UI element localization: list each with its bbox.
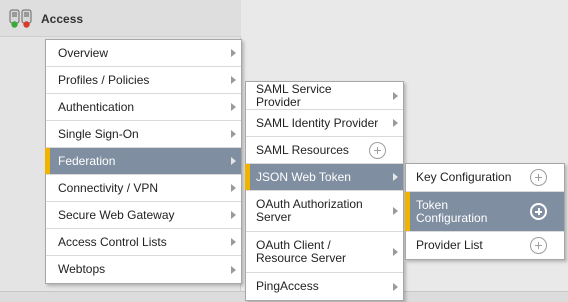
menu-item-connectivity-vpn[interactable]: Connectivity / VPN (46, 175, 241, 202)
chevron-right-icon (393, 173, 398, 181)
menu-item-label: Access Control Lists (58, 234, 167, 249)
chevron-right-icon (393, 91, 398, 100)
menu-item-oauth-authorization-server[interactable]: OAuth Authorization Server (246, 191, 403, 232)
chevron-right-icon (393, 119, 398, 127)
menu-item-label: OAuth Authorization Server (256, 197, 363, 224)
menu-item-label: Profiles / Policies (58, 72, 150, 87)
menu-item-label: Federation (58, 153, 116, 168)
menu-item-key-configuration[interactable]: Key Configuration (406, 164, 564, 192)
menu-item-oauth-client-resource-server[interactable]: OAuth Client / Resource Server (246, 232, 403, 273)
chevron-right-icon (393, 248, 398, 256)
main-menu: Overview Profiles / Policies Authenticat… (45, 39, 242, 284)
menu-item-federation[interactable]: Federation (45, 148, 241, 175)
chevron-right-icon (231, 76, 236, 84)
chevron-right-icon (231, 103, 236, 111)
menu-item-label: SAML Service Provider (256, 81, 332, 109)
menu-item-single-sign-on[interactable]: Single Sign-On (46, 121, 241, 148)
menu-item-token-configuration[interactable]: Token Configuration (405, 192, 564, 232)
menu-item-overview[interactable]: Overview (46, 40, 241, 67)
add-icon[interactable] (369, 141, 386, 159)
menu-item-webtops[interactable]: Webtops (46, 256, 241, 283)
menu-item-label: OAuth Client / Resource Server (256, 238, 347, 265)
chevron-right-icon (393, 282, 398, 291)
add-icon[interactable] (530, 169, 547, 186)
menu-item-saml-service-provider[interactable]: SAML Service Provider (246, 82, 403, 110)
chevron-right-icon (393, 207, 398, 215)
chevron-right-icon (231, 265, 236, 274)
menu-item-label: Secure Web Gateway (58, 207, 175, 222)
menu-item-secure-web-gateway[interactable]: Secure Web Gateway (46, 202, 241, 229)
menu-item-label: Webtops (58, 262, 106, 276)
menu-item-label: SAML Identity Provider (256, 115, 379, 130)
chevron-right-icon (231, 184, 236, 192)
menu-item-label: PingAccess (256, 279, 319, 293)
menu-item-label: Single Sign-On (58, 126, 139, 141)
chevron-right-icon (231, 238, 236, 246)
chevron-right-icon (231, 157, 236, 165)
app-title: Access (41, 12, 84, 26)
chevron-right-icon (231, 49, 236, 57)
menu-item-label: JSON Web Token (256, 169, 351, 184)
menu-item-label: Authentication (58, 99, 135, 114)
app-header[interactable]: Access (0, 0, 241, 37)
add-icon[interactable] (530, 203, 547, 220)
menu-item-profiles-policies[interactable]: Profiles / Policies (46, 67, 241, 94)
menu-item-json-web-token[interactable]: JSON Web Token (245, 164, 403, 191)
chevron-right-icon (231, 130, 236, 138)
menu-item-provider-list[interactable]: Provider List (406, 232, 564, 259)
menu-item-label: Connectivity / VPN (58, 180, 159, 195)
json-web-token-submenu: Key Configuration Token Configuration Pr… (405, 163, 565, 260)
chevron-right-icon (231, 211, 236, 219)
add-icon[interactable] (530, 237, 547, 254)
menu-item-label: Overview (58, 45, 109, 60)
menu-item-saml-resources[interactable]: SAML Resources (246, 137, 403, 164)
access-policy-icon (9, 9, 32, 28)
menu-item-saml-identity-provider[interactable]: SAML Identity Provider (246, 110, 403, 137)
federation-submenu: SAML Service Provider SAML Identity Prov… (245, 81, 404, 301)
menu-item-access-control-lists[interactable]: Access Control Lists (46, 229, 241, 256)
menu-item-authentication[interactable]: Authentication (46, 94, 241, 121)
menu-item-pingaccess[interactable]: PingAccess (246, 273, 403, 300)
